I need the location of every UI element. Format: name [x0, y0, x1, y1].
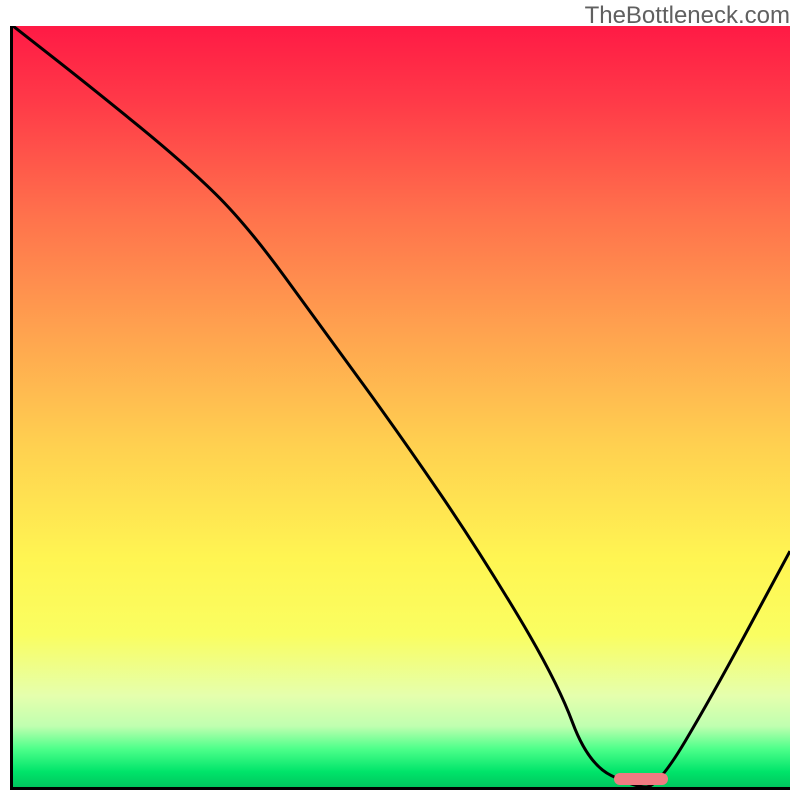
- watermark-text: TheBottleneck.com: [585, 2, 790, 30]
- bottleneck-curve: [13, 26, 790, 787]
- bottleneck-optimum-marker: [614, 773, 669, 785]
- chart-area: [10, 26, 790, 790]
